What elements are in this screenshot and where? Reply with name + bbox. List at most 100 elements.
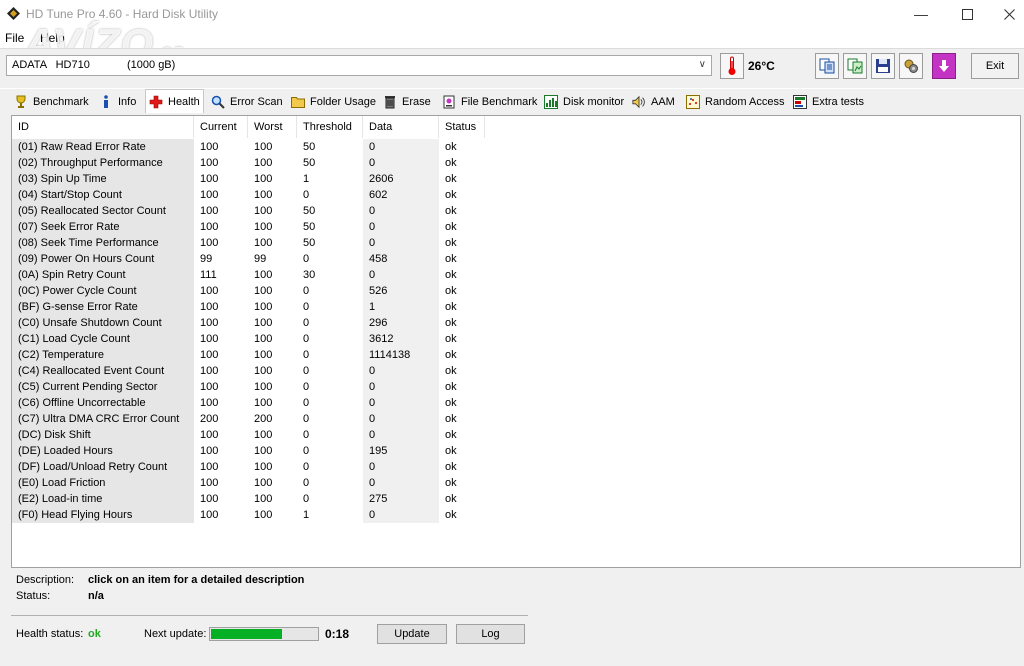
options-button[interactable]	[899, 53, 923, 79]
close-button[interactable]	[986, 0, 1024, 28]
temperature-value: 26°C	[748, 59, 775, 73]
cell-status: ok	[445, 349, 457, 361]
table-row[interactable]: (F0) Head Flying Hours 100 100 1 0 ok	[12, 507, 492, 523]
download-button[interactable]	[932, 53, 956, 79]
cell-status: ok	[445, 333, 457, 345]
table-row[interactable]: (E2) Load-in time 100 100 0 275 ok	[12, 491, 492, 507]
table-row[interactable]: (DF) Load/Unload Retry Count 100 100 0 0 ok	[12, 459, 492, 475]
column-header-threshold[interactable]: Threshold	[297, 116, 363, 138]
update-button[interactable]: Update	[377, 624, 447, 644]
cell-data: 0	[363, 219, 439, 235]
random-access-icon	[686, 95, 700, 109]
cell-data: 0	[363, 235, 439, 251]
column-header-worst[interactable]: Worst	[248, 116, 297, 138]
cell-id: (09) Power On Hours Count	[12, 251, 194, 267]
cell-threshold: 1	[303, 173, 310, 185]
app-icon	[7, 7, 20, 20]
cell-id: (BF) G-sense Error Rate	[12, 299, 194, 315]
table-row[interactable]: (DE) Loaded Hours 100 100 0 195 ok	[12, 443, 492, 459]
table-row[interactable]: (08) Seek Time Performance 100 100 50 0 ok	[12, 235, 492, 251]
copy-text-button[interactable]	[815, 53, 839, 79]
next-update-progress-bar	[209, 627, 319, 641]
tab-folder-usage[interactable]: Folder Usage	[291, 92, 376, 112]
maximize-button[interactable]	[944, 0, 990, 28]
table-row[interactable]: (07) Seek Error Rate 100 100 50 0 ok	[12, 219, 492, 235]
tab-disk-monitor[interactable]: Disk monitor	[544, 92, 624, 112]
options-icon	[904, 59, 918, 73]
cell-threshold: 0	[303, 445, 310, 457]
cell-threshold: 0	[303, 477, 310, 489]
table-row[interactable]: (C4) Reallocated Event Count 100 100 0 0 ok	[12, 363, 492, 379]
table-row[interactable]: (02) Throughput Performance 100 100 50 0 ok	[12, 155, 492, 171]
tab-health[interactable]: Health	[145, 89, 204, 113]
tab-erase[interactable]: Erase	[383, 92, 431, 112]
cell-data: 2606	[363, 171, 439, 187]
table-row[interactable]: (C2) Temperature 100 100 0 1114138 ok	[12, 347, 492, 363]
cell-data: 0	[363, 267, 439, 283]
cell-status: ok	[445, 365, 457, 377]
minimize-button[interactable]: —	[898, 0, 944, 28]
temperature-button[interactable]	[720, 53, 744, 79]
drive-select[interactable]: ADATA HD710 (1000 gB) ∨	[6, 55, 712, 76]
cell-id: (03) Spin Up Time	[12, 171, 194, 187]
next-update-time: 0:18	[325, 627, 350, 641]
cell-data: 0	[363, 363, 439, 379]
tab-extra-tests[interactable]: Extra tests	[793, 92, 864, 112]
drive-name: ADATA HD710	[12, 59, 90, 71]
cell-threshold: 50	[303, 141, 316, 153]
menu-file[interactable]: File	[5, 31, 24, 45]
column-header-id[interactable]: ID	[12, 116, 194, 138]
cell-data: 1114138	[363, 347, 439, 363]
column-header-current[interactable]: Current	[194, 116, 248, 138]
table-row[interactable]: (05) Reallocated Sector Count 100 100 50 0 ok	[12, 203, 492, 219]
tab-file-benchmark[interactable]: File Benchmark	[442, 92, 537, 112]
table-row[interactable]: (0A) Spin Retry Count 111 100 30 0 ok	[12, 267, 492, 283]
table-row[interactable]: (04) Start/Stop Count 100 100 0 602 ok	[12, 187, 492, 203]
arrow-down-icon	[939, 60, 949, 72]
table-row[interactable]: (C5) Current Pending Sector 100 100 0 0 ok	[12, 379, 492, 395]
table-row[interactable]: (C7) Ultra DMA CRC Error Count 200 200 0 0 ok	[12, 411, 492, 427]
cell-id: (E0) Load Friction	[12, 475, 194, 491]
cell-status: ok	[445, 253, 457, 265]
health-cross-icon	[149, 95, 163, 109]
menu-help[interactable]: Help	[40, 31, 65, 45]
table-row[interactable]: (E0) Load Friction 100 100 0 0 ok	[12, 475, 492, 491]
table-row[interactable]: (0C) Power Cycle Count 100 100 0 526 ok	[12, 283, 492, 299]
folder-icon	[291, 95, 305, 109]
save-button[interactable]	[871, 53, 895, 79]
tab-benchmark[interactable]: Benchmark	[14, 92, 89, 112]
cell-status: ok	[445, 189, 457, 201]
cell-worst: 100	[254, 381, 273, 393]
table-row[interactable]: (09) Power On Hours Count 99 99 0 458 ok	[12, 251, 492, 267]
tab-random-access[interactable]: Random Access	[686, 92, 784, 112]
table-row[interactable]: (C6) Offline Uncorrectable 100 100 0 0 ok	[12, 395, 492, 411]
cell-status: ok	[445, 429, 457, 441]
table-row[interactable]: (BF) G-sense Error Rate 100 100 0 1 ok	[12, 299, 492, 315]
tab-error-scan[interactable]: Error Scan	[211, 92, 283, 112]
health-status-label: Health status:	[16, 628, 84, 640]
cell-data: 526	[363, 283, 439, 299]
log-button[interactable]: Log	[456, 624, 525, 644]
cell-current: 100	[200, 429, 219, 441]
table-row[interactable]: (C0) Unsafe Shutdown Count 100 100 0 296 ok	[12, 315, 492, 331]
cell-threshold: 0	[303, 381, 310, 393]
cell-current: 100	[200, 317, 219, 329]
cell-threshold: 50	[303, 221, 316, 233]
copy-screenshot-button[interactable]	[843, 53, 867, 79]
column-header-status[interactable]: Status	[439, 116, 485, 138]
progress-fill	[211, 629, 283, 639]
thermometer-icon	[728, 56, 736, 75]
cell-threshold: 0	[303, 333, 310, 345]
cell-data: 0	[363, 459, 439, 475]
tab-info[interactable]: Info	[99, 92, 136, 112]
exit-button[interactable]: Exit	[971, 53, 1019, 79]
column-header-data[interactable]: Data	[363, 116, 439, 138]
cell-id: (01) Raw Read Error Rate	[12, 139, 194, 155]
tab-aam[interactable]: AAM	[632, 92, 675, 112]
cell-data: 0	[363, 507, 439, 523]
table-row[interactable]: (03) Spin Up Time 100 100 1 2606 ok	[12, 171, 492, 187]
smart-attributes-table[interactable]: ID Current Worst Threshold Data Status (…	[11, 115, 1021, 568]
table-row[interactable]: (DC) Disk Shift 100 100 0 0 ok	[12, 427, 492, 443]
table-row[interactable]: (01) Raw Read Error Rate 100 100 50 0 ok	[12, 139, 492, 155]
table-row[interactable]: (C1) Load Cycle Count 100 100 0 3612 ok	[12, 331, 492, 347]
